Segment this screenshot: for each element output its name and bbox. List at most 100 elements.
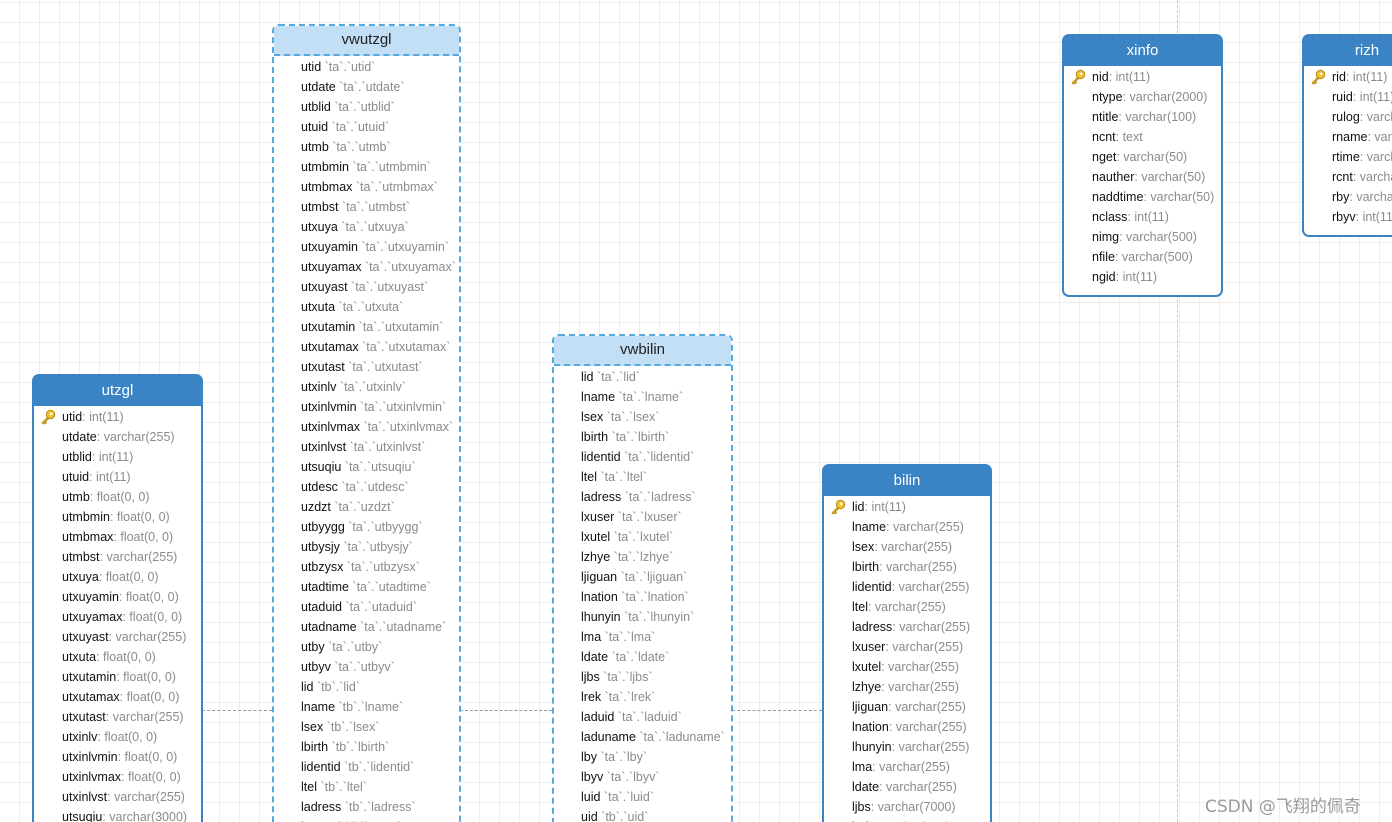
field-row[interactable]: utbyv `ta`.`utbyv`	[274, 657, 459, 677]
field-row[interactable]: lma `ta`.`lma`	[554, 627, 731, 647]
field-row[interactable]: laduid `ta`.`laduid`	[554, 707, 731, 727]
field-row[interactable]: utadtime `ta`.`utadtime`	[274, 577, 459, 597]
field-row[interactable]: ldate: varchar(255)	[824, 777, 990, 797]
field-row[interactable]: nimg: varchar(500)	[1064, 227, 1221, 247]
table-title[interactable]: bilin	[824, 466, 990, 496]
field-row[interactable]: lname: varchar(255)	[824, 517, 990, 537]
field-row[interactable]: utid: int(11)	[34, 407, 201, 427]
field-row[interactable]: ruid: int(11)	[1304, 87, 1392, 107]
field-row[interactable]: rby: varchar(255)	[1304, 187, 1392, 207]
field-row[interactable]: utid `ta`.`utid`	[274, 57, 459, 77]
field-row[interactable]: utxutamax `ta`.`utxutamax`	[274, 337, 459, 357]
table-utzgl[interactable]: utzgl utid: int(11) utdate: varchar(255) u…	[32, 374, 203, 822]
field-row[interactable]: ltel: varchar(255)	[824, 597, 990, 617]
field-row[interactable]: nclass: int(11)	[1064, 207, 1221, 227]
view-vwutzgl[interactable]: vwutzgl utid `ta`.`utid` utdate `ta`.`utd…	[272, 24, 461, 822]
field-row[interactable]: lbirth `ta`.`lbirth`	[554, 427, 731, 447]
field-row[interactable]: ljbs `ta`.`ljbs`	[554, 667, 731, 687]
field-row[interactable]: utdate: varchar(255)	[34, 427, 201, 447]
field-row[interactable]: utsuqiu `ta`.`utsuqiu`	[274, 457, 459, 477]
field-row[interactable]: rcnt: varchar(255)	[1304, 167, 1392, 187]
field-row[interactable]: lsex `tb`.`lsex`	[274, 717, 459, 737]
field-row[interactable]: laduname `ta`.`laduname`	[554, 727, 731, 747]
field-row[interactable]: lsex `ta`.`lsex`	[554, 407, 731, 427]
table-title[interactable]: utzgl	[34, 376, 201, 406]
field-row[interactable]: ngid: int(11)	[1064, 267, 1221, 287]
field-row[interactable]: utsuqiu: varchar(3000)	[34, 807, 201, 822]
field-row[interactable]: utxuyamax: float(0, 0)	[34, 607, 201, 627]
field-row[interactable]: utadname `ta`.`utadname`	[274, 617, 459, 637]
field-row[interactable]: lxutel `ta`.`lxutel`	[554, 527, 731, 547]
field-row[interactable]: lidentid `ta`.`lidentid`	[554, 447, 731, 467]
field-row[interactable]: utmbst: varchar(255)	[34, 547, 201, 567]
field-row[interactable]: ntitle: varchar(100)	[1064, 107, 1221, 127]
field-row[interactable]: utmbmax: float(0, 0)	[34, 527, 201, 547]
field-row[interactable]: utxuta `ta`.`utxuta`	[274, 297, 459, 317]
field-row[interactable]: ladress: varchar(255)	[824, 617, 990, 637]
field-row[interactable]: rbyv: int(11)	[1304, 207, 1392, 227]
field-row[interactable]: lrek: varchar(255)	[824, 817, 990, 822]
field-row[interactable]: nget: varchar(50)	[1064, 147, 1221, 167]
field-row[interactable]: utbysjy `ta`.`utbysjy`	[274, 537, 459, 557]
field-row[interactable]: utxinlvmax: float(0, 0)	[34, 767, 201, 787]
field-row[interactable]: lxuser `ta`.`lxuser`	[554, 507, 731, 527]
field-row[interactable]: utby `ta`.`utby`	[274, 637, 459, 657]
field-row[interactable]: utxinlv: float(0, 0)	[34, 727, 201, 747]
field-row[interactable]: lbirth: varchar(255)	[824, 557, 990, 577]
field-row[interactable]: lhunyin: varchar(255)	[824, 737, 990, 757]
field-row[interactable]: ncnt: text	[1064, 127, 1221, 147]
field-row[interactable]: utuid: int(11)	[34, 467, 201, 487]
field-row[interactable]: utxuyamax `ta`.`utxuyamax`	[274, 257, 459, 277]
field-row[interactable]: uzdzt `ta`.`uzdzt`	[274, 497, 459, 517]
field-row[interactable]: lid: int(11)	[824, 497, 990, 517]
field-row[interactable]: lnation `ta`.`lnation`	[554, 587, 731, 607]
table-title[interactable]: xinfo	[1064, 36, 1221, 66]
field-row[interactable]: rulog: varchar(255)	[1304, 107, 1392, 127]
field-row[interactable]: utmb `ta`.`utmb`	[274, 137, 459, 157]
field-row[interactable]: nid: int(11)	[1064, 67, 1221, 87]
field-row[interactable]: lnation: varchar(255)	[824, 717, 990, 737]
field-row[interactable]: nauther: varchar(50)	[1064, 167, 1221, 187]
field-row[interactable]: utxinlvmax `ta`.`utxinlvmax`	[274, 417, 459, 437]
field-row[interactable]: lbirth `tb`.`lbirth`	[274, 737, 459, 757]
field-row[interactable]: ldate `ta`.`ldate`	[554, 647, 731, 667]
field-row[interactable]: lidentid: varchar(255)	[824, 577, 990, 597]
field-row[interactable]: uid `tb`.`uid`	[554, 807, 731, 822]
field-row[interactable]: utxinlvst `ta`.`utxinlvst`	[274, 437, 459, 457]
field-row[interactable]: utbzysx `ta`.`utbzysx`	[274, 557, 459, 577]
field-row[interactable]: lxuser: varchar(255)	[824, 637, 990, 657]
field-row[interactable]: rid: int(11)	[1304, 67, 1392, 87]
field-row[interactable]: lidentid `tb`.`lidentid`	[274, 757, 459, 777]
field-row[interactable]: utblid: int(11)	[34, 447, 201, 467]
field-row[interactable]: utxuyamin `ta`.`utxuyamin`	[274, 237, 459, 257]
field-row[interactable]: lby `ta`.`lby`	[554, 747, 731, 767]
field-row[interactable]: ladress `ta`.`ladress`	[554, 487, 731, 507]
field-row[interactable]: ladress `tb`.`ladress`	[274, 797, 459, 817]
field-row[interactable]: lid `tb`.`lid`	[274, 677, 459, 697]
field-row[interactable]: utdesc `ta`.`utdesc`	[274, 477, 459, 497]
field-row[interactable]: utdate `ta`.`utdate`	[274, 77, 459, 97]
field-row[interactable]: utxinlv `ta`.`utxinlv`	[274, 377, 459, 397]
field-row[interactable]: ntype: varchar(2000)	[1064, 87, 1221, 107]
field-row[interactable]: utxuyamin: float(0, 0)	[34, 587, 201, 607]
view-vwbilin[interactable]: vwbilin lid `ta`.`lid` lname `ta`.`lname`…	[552, 334, 733, 822]
field-row[interactable]: lrek `ta`.`lrek`	[554, 687, 731, 707]
field-row[interactable]: lzhye: varchar(255)	[824, 677, 990, 697]
field-row[interactable]: utxutast: varchar(255)	[34, 707, 201, 727]
field-row[interactable]: lsex: varchar(255)	[824, 537, 990, 557]
view-title[interactable]: vwbilin	[554, 336, 731, 366]
field-row[interactable]: rname: varchar(255)	[1304, 127, 1392, 147]
field-row[interactable]: lzhye `ta`.`lzhye`	[554, 547, 731, 567]
field-row[interactable]: utxutamax: float(0, 0)	[34, 687, 201, 707]
table-title[interactable]: rizh	[1304, 36, 1392, 66]
field-row[interactable]: utxuya `ta`.`utxuya`	[274, 217, 459, 237]
field-row[interactable]: utblid `ta`.`utblid`	[274, 97, 459, 117]
field-row[interactable]: rtime: varchar(255)	[1304, 147, 1392, 167]
field-row[interactable]: lname `ta`.`lname`	[554, 387, 731, 407]
field-row[interactable]: naddtime: varchar(50)	[1064, 187, 1221, 207]
field-row[interactable]: utbyygg `ta`.`utbyygg`	[274, 517, 459, 537]
field-row[interactable]: lxuser `tb`.`lxuser`	[274, 817, 459, 822]
field-row[interactable]: utaduid `ta`.`utaduid`	[274, 597, 459, 617]
table-bilin[interactable]: bilin lid: int(11) lname: varchar(255) lse…	[822, 464, 992, 822]
table-xinfo[interactable]: xinfo nid: int(11) ntype: varchar(2000) nt…	[1062, 34, 1223, 297]
